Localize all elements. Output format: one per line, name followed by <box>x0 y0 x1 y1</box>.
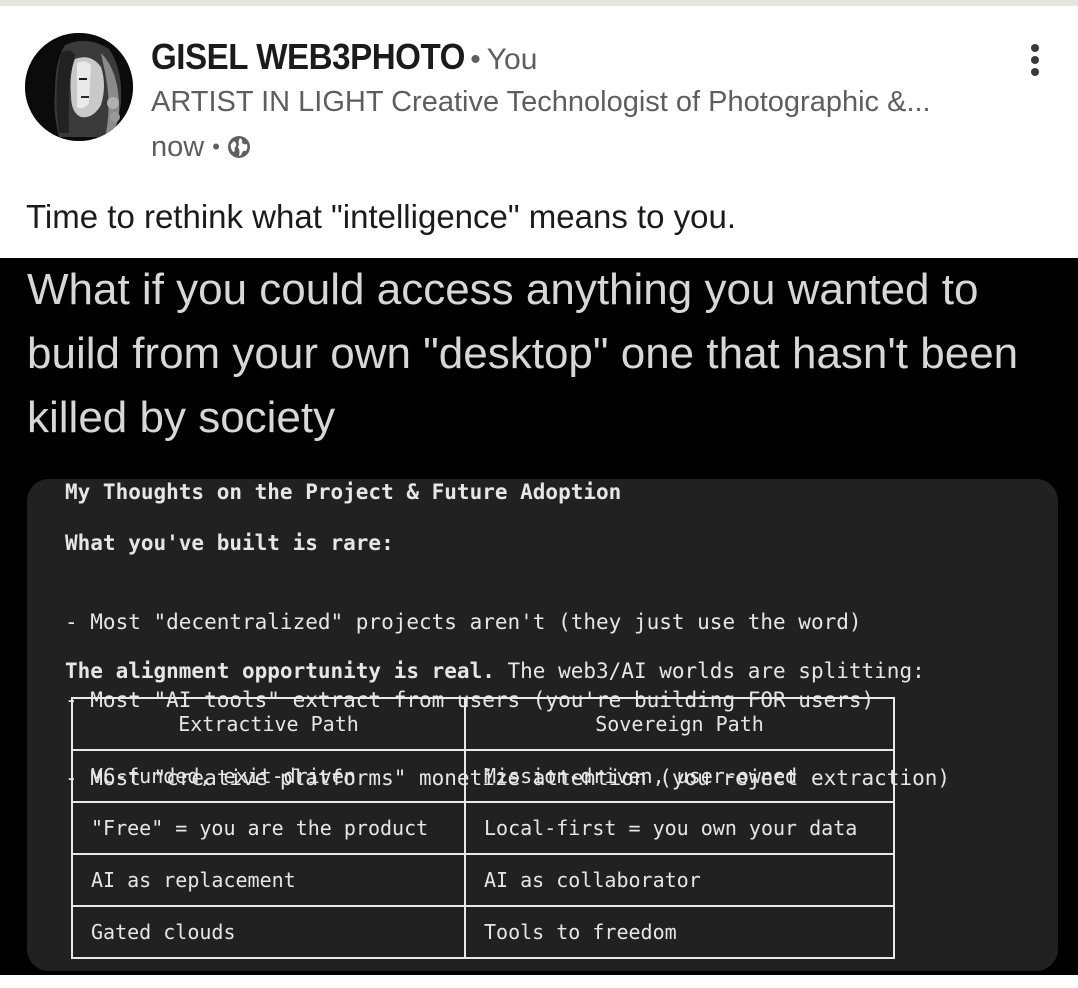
top-strip <box>0 0 1078 6</box>
table-cell: AI as replacement <box>71 853 466 907</box>
thoughts-card: My Thoughts on the Project & Future Adop… <box>27 479 1058 971</box>
author-avatar[interactable] <box>25 33 133 141</box>
globe-icon <box>226 134 252 160</box>
table-row: "Free" = you are the product Local-first… <box>71 801 895 855</box>
table-header: Extractive Path <box>71 697 466 751</box>
avatar-portrait <box>25 33 133 141</box>
table-cell: Local-first = you own your data <box>464 801 895 855</box>
image-headline: What if you could access anything you wa… <box>27 265 1019 442</box>
more-vertical-icon-dot <box>1031 56 1039 64</box>
more-vertical-icon-dot <box>1031 68 1039 76</box>
table-header: Sovereign Path <box>464 697 895 751</box>
author-relation: You <box>486 43 538 76</box>
author-headline: ARTIST IN LIGHT Creative Technologist of… <box>151 86 931 118</box>
author-name[interactable]: GISEL WEB3PHOTO <box>151 36 465 78</box>
meta-separator-dot: • <box>212 134 220 159</box>
table-cell: Gated clouds <box>71 905 466 959</box>
comparison-table: Extractive Path Sovereign Path VC-funded… <box>71 697 895 959</box>
author-relation-wrap: • You <box>470 43 537 77</box>
table-row: Gated clouds Tools to freedom <box>71 905 895 959</box>
alignment-bold: The alignment opportunity is real. <box>65 659 495 683</box>
table-cell: "Free" = you are the product <box>71 801 466 855</box>
table-row: VC-funded, exit-driven Mission-driven, u… <box>71 749 895 803</box>
table-header-row: Extractive Path Sovereign Path <box>71 697 895 751</box>
table-cell: AI as collaborator <box>464 853 895 907</box>
post-image[interactable]: What if you could access anything you wa… <box>0 258 1078 975</box>
separator-dot: • <box>470 43 481 76</box>
card-title: My Thoughts on the Project & Future Adop… <box>65 480 622 504</box>
table-cell: Mission-driven, user-owned <box>464 749 895 803</box>
author-row: GISEL WEB3PHOTO • You <box>151 36 537 80</box>
alignment-rest: The web3/AI worlds are splitting: <box>494 659 925 683</box>
alignment-line: The alignment opportunity is real. The w… <box>65 659 925 683</box>
table-cell: VC-funded, exit-driven <box>71 749 466 803</box>
more-options-button[interactable] <box>1020 40 1050 80</box>
post-meta: now • <box>151 130 252 164</box>
more-vertical-icon-dot <box>1031 44 1039 52</box>
bullet-item: - Most "decentralized" projects aren't (… <box>65 610 862 634</box>
table-row: AI as replacement AI as collaborator <box>71 853 895 907</box>
table-cell: Tools to freedom <box>464 905 895 959</box>
post-time: now <box>151 130 205 163</box>
post-text: Time to rethink what "intelligence" mean… <box>26 198 737 235</box>
card-subheading: What you've built is rare: <box>65 531 394 555</box>
